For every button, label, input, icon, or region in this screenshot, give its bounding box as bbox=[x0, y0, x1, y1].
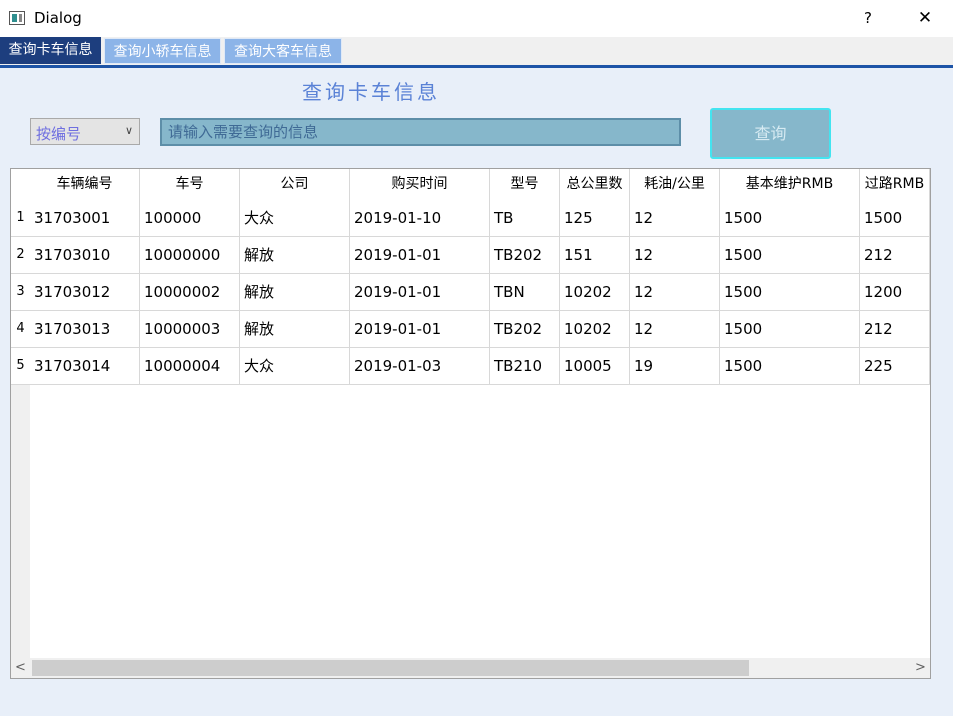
column-header[interactable]: 车辆编号 bbox=[30, 169, 140, 200]
table-cell[interactable]: 12 bbox=[630, 311, 720, 348]
table-cell[interactable]: 1500 bbox=[860, 200, 930, 237]
table-cell[interactable]: 31703001 bbox=[30, 200, 140, 237]
table-cell[interactable]: 2019-01-01 bbox=[350, 237, 490, 274]
tab-underline bbox=[0, 65, 953, 68]
table-cell[interactable]: 大众 bbox=[240, 348, 350, 385]
search-mode-value: 按编号 bbox=[36, 125, 82, 143]
table-cell[interactable]: 10005 bbox=[560, 348, 630, 385]
table-cell[interactable]: 151 bbox=[560, 237, 630, 274]
horizontal-scrollbar[interactable]: < > bbox=[11, 658, 930, 678]
table-cell[interactable]: 1500 bbox=[720, 200, 860, 237]
title-bar: Dialog ? ✕ bbox=[0, 0, 953, 37]
table-cell[interactable]: 12 bbox=[630, 237, 720, 274]
table-cell[interactable]: 1500 bbox=[720, 311, 860, 348]
table-corner bbox=[11, 169, 30, 200]
close-button[interactable]: ✕ bbox=[908, 6, 942, 30]
column-header[interactable]: 公司 bbox=[240, 169, 350, 200]
help-button[interactable]: ? bbox=[855, 6, 881, 30]
table-cell[interactable]: 212 bbox=[860, 311, 930, 348]
table-cell[interactable]: 212 bbox=[860, 237, 930, 274]
column-header[interactable]: 耗油/公里 bbox=[630, 169, 720, 200]
column-header[interactable]: 过路RMB bbox=[860, 169, 930, 200]
table-cell[interactable]: 1200 bbox=[860, 274, 930, 311]
row-number[interactable]: 4 bbox=[11, 311, 30, 348]
table-cell[interactable]: 1500 bbox=[720, 348, 860, 385]
table-cell[interactable]: 2019-01-10 bbox=[350, 200, 490, 237]
results-table[interactable]: 车辆编号 车号 公司 购买时间 型号 总公里数 耗油/公里 基本维护RMB 过路… bbox=[10, 168, 931, 679]
table-cell[interactable]: 解放 bbox=[240, 274, 350, 311]
table-cell[interactable]: 大众 bbox=[240, 200, 350, 237]
table-cell[interactable]: TB202 bbox=[490, 311, 560, 348]
table-cell[interactable]: 12 bbox=[630, 200, 720, 237]
table-cell[interactable]: TB202 bbox=[490, 237, 560, 274]
scroll-right-arrow-icon[interactable]: > bbox=[911, 658, 930, 678]
table-cell[interactable]: TBN bbox=[490, 274, 560, 311]
table-cell[interactable]: 10202 bbox=[560, 274, 630, 311]
table-cell[interactable]: TB bbox=[490, 200, 560, 237]
table-cell[interactable]: 12 bbox=[630, 274, 720, 311]
tab-bus[interactable]: 查询大客车信息 bbox=[224, 38, 342, 64]
row-number[interactable]: 2 bbox=[11, 237, 30, 274]
table-cell[interactable]: TB210 bbox=[490, 348, 560, 385]
table-cell[interactable]: 10000002 bbox=[140, 274, 240, 311]
tab-truck[interactable]: 查询卡车信息 bbox=[0, 37, 101, 64]
table-cell[interactable]: 2019-01-01 bbox=[350, 274, 490, 311]
page-title: 查询卡车信息 bbox=[302, 80, 440, 104]
row-number[interactable]: 5 bbox=[11, 348, 30, 385]
column-header[interactable]: 型号 bbox=[490, 169, 560, 200]
tab-car[interactable]: 查询小轿车信息 bbox=[104, 38, 221, 64]
table-cell[interactable]: 225 bbox=[860, 348, 930, 385]
table-cell[interactable]: 10202 bbox=[560, 311, 630, 348]
tab-bar: 查询卡车信息 查询小轿车信息 查询大客车信息 bbox=[0, 37, 953, 65]
query-button[interactable]: 查询 bbox=[710, 108, 831, 159]
table-cell[interactable]: 31703012 bbox=[30, 274, 140, 311]
table-cell[interactable]: 10000004 bbox=[140, 348, 240, 385]
row-number[interactable]: 3 bbox=[11, 274, 30, 311]
column-header[interactable]: 车号 bbox=[140, 169, 240, 200]
app-icon bbox=[9, 11, 25, 25]
column-header[interactable]: 购买时间 bbox=[350, 169, 490, 200]
table-cell[interactable]: 10000003 bbox=[140, 311, 240, 348]
table-cell[interactable]: 2019-01-01 bbox=[350, 311, 490, 348]
scroll-left-arrow-icon[interactable]: < bbox=[11, 658, 30, 678]
table-cell[interactable]: 31703010 bbox=[30, 237, 140, 274]
table-cell[interactable]: 2019-01-03 bbox=[350, 348, 490, 385]
table-cell[interactable]: 31703014 bbox=[30, 348, 140, 385]
table-cell[interactable]: 解放 bbox=[240, 237, 350, 274]
table-cell[interactable]: 31703013 bbox=[30, 311, 140, 348]
table-cell[interactable]: 125 bbox=[560, 200, 630, 237]
table-cell[interactable]: 1500 bbox=[720, 237, 860, 274]
window-title: Dialog bbox=[34, 9, 82, 27]
column-header[interactable]: 基本维护RMB bbox=[720, 169, 860, 200]
search-mode-select[interactable]: 按编号 ∨ bbox=[30, 118, 140, 145]
row-number[interactable]: 1 bbox=[11, 200, 30, 237]
table-cell[interactable]: 10000000 bbox=[140, 237, 240, 274]
table-cell[interactable]: 19 bbox=[630, 348, 720, 385]
table-cell[interactable]: 1500 bbox=[720, 274, 860, 311]
search-input[interactable] bbox=[160, 118, 681, 146]
column-header[interactable]: 总公里数 bbox=[560, 169, 630, 200]
chevron-down-icon: ∨ bbox=[124, 124, 133, 137]
table-cell[interactable]: 100000 bbox=[140, 200, 240, 237]
table-cell[interactable]: 解放 bbox=[240, 311, 350, 348]
scrollbar-thumb[interactable] bbox=[32, 660, 749, 676]
